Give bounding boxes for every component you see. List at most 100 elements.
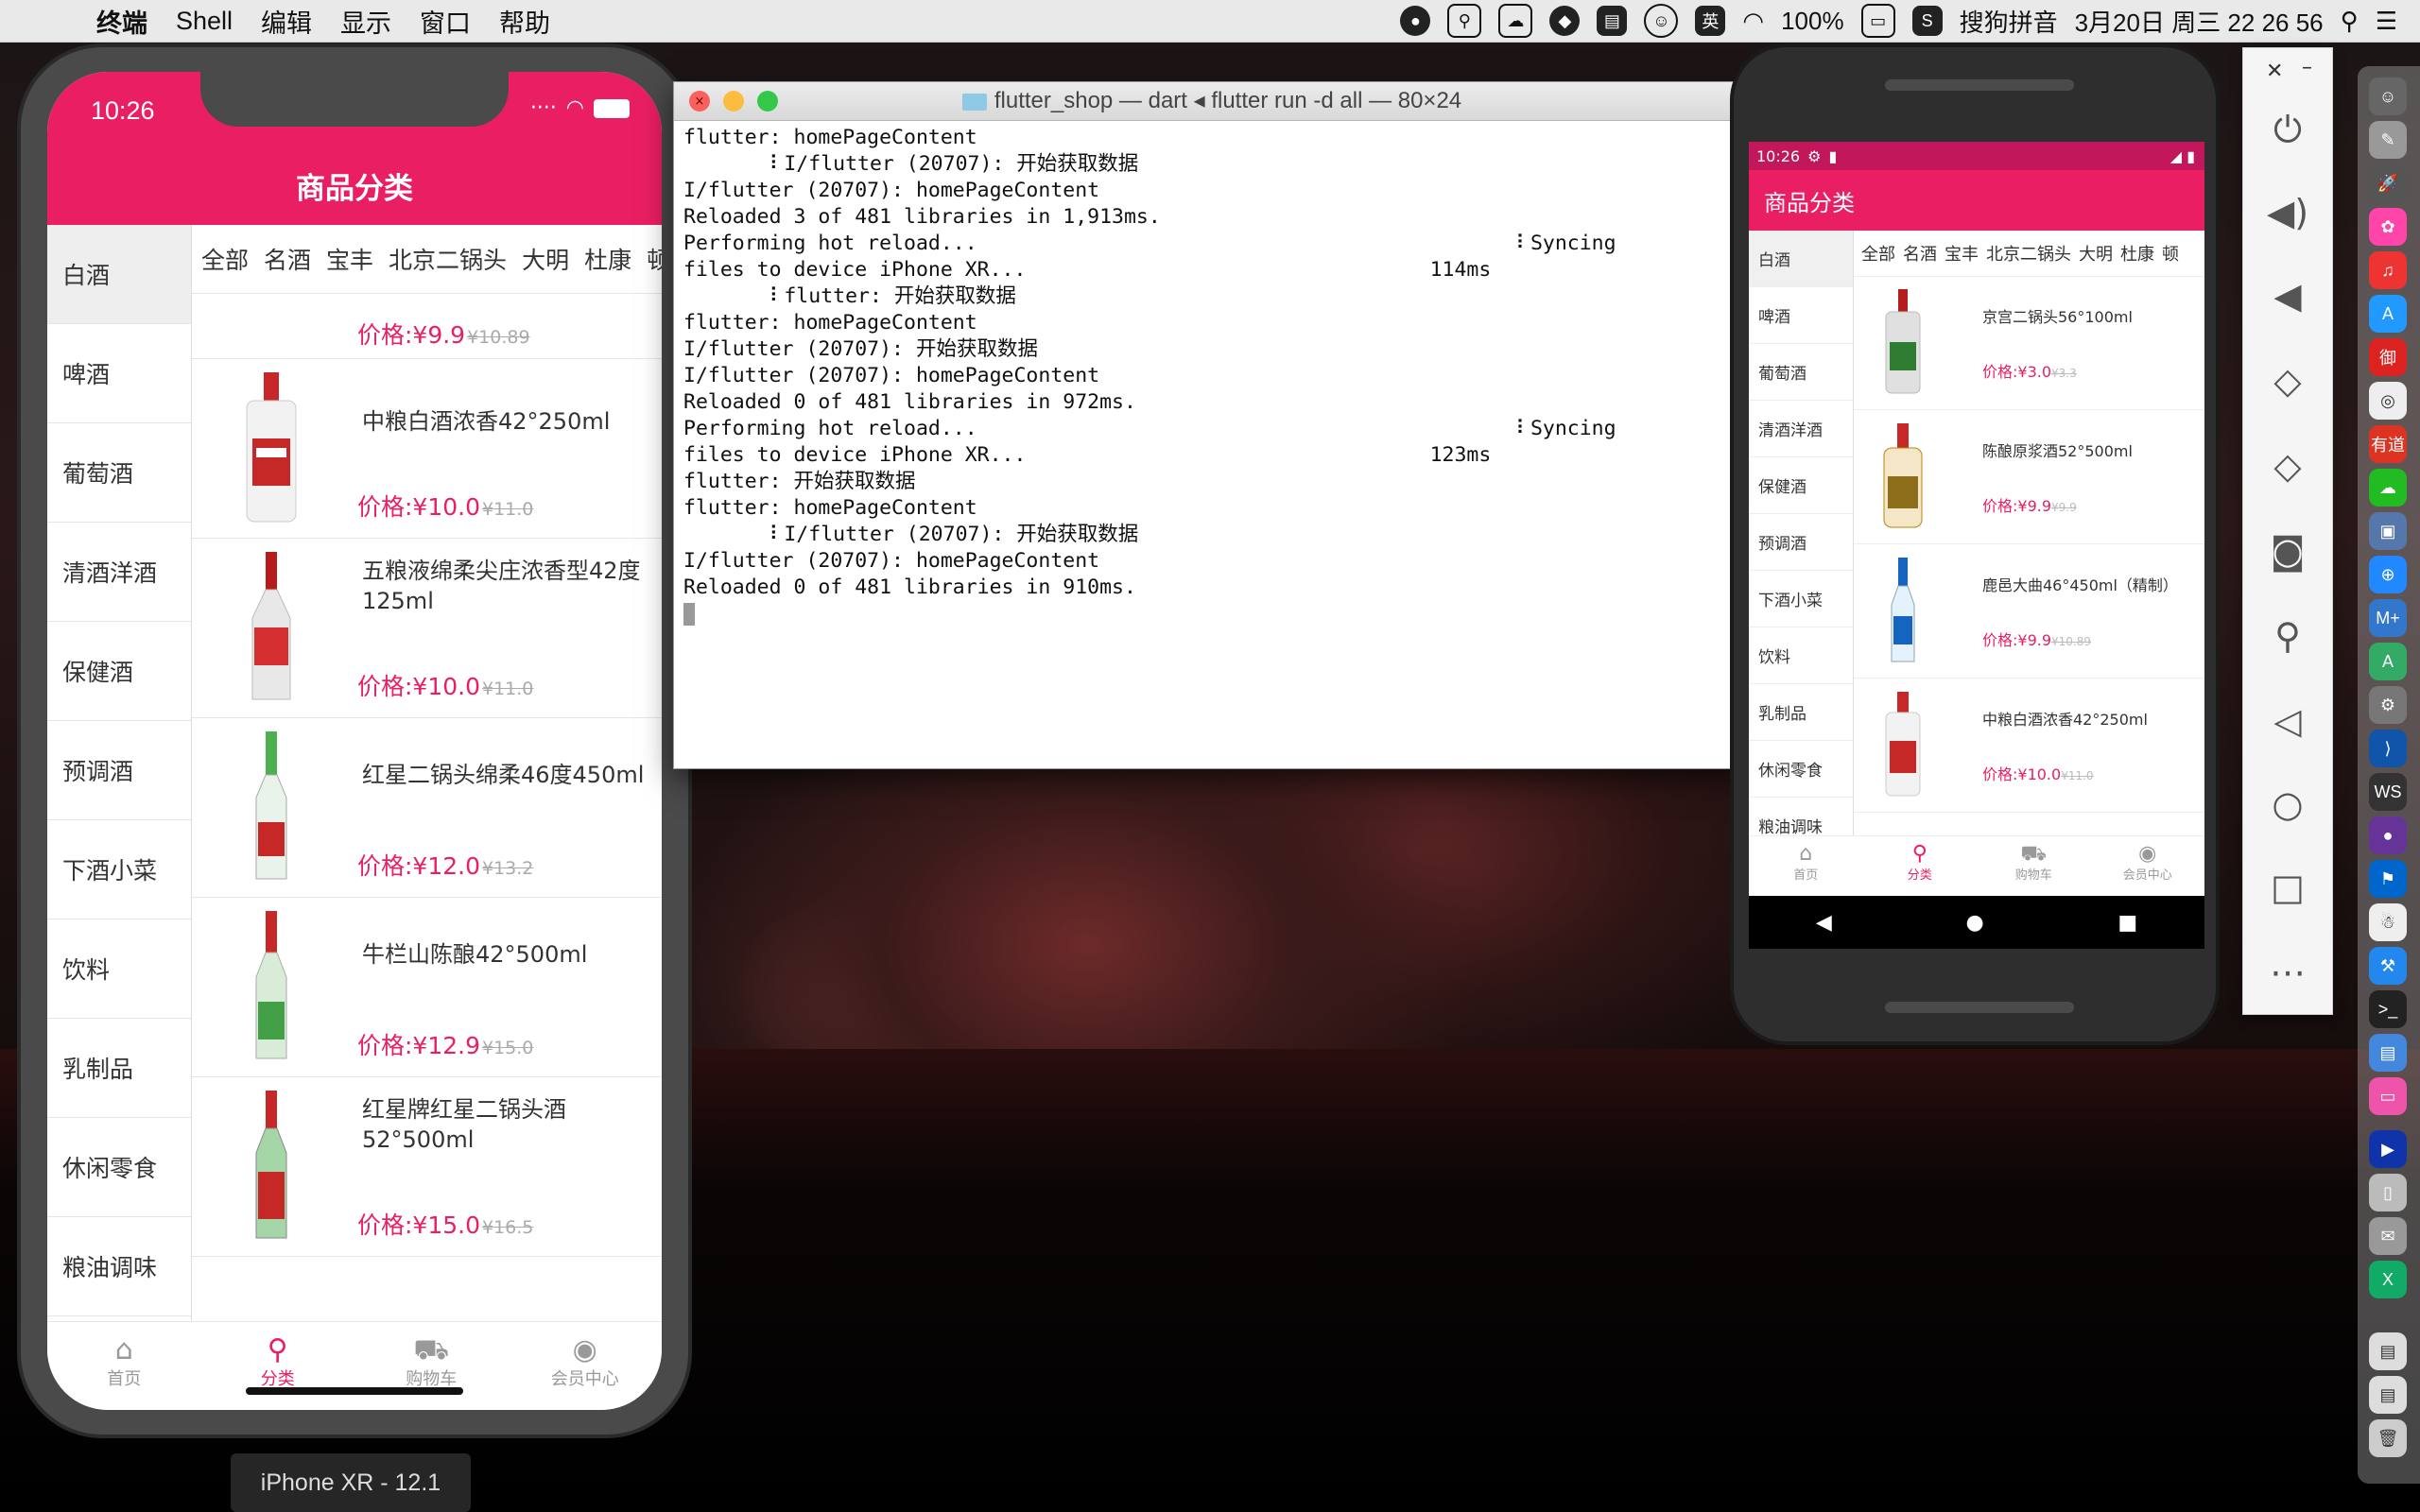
overview-icon[interactable]: □ (2243, 867, 2332, 908)
product-item[interactable]: 中粮白酒浓香42°250ml 价格:¥10.0¥11.0 (192, 359, 662, 539)
tab-cart[interactable]: ⛟ 购物车 (1977, 836, 2091, 897)
subcategory-item[interactable]: 全部 (1861, 241, 1895, 266)
terminal-icon[interactable]: >_ (2369, 990, 2407, 1028)
subcategory-item[interactable]: 大明 (522, 242, 569, 276)
category-item[interactable]: 保健酒 (47, 622, 191, 721)
subcategory-item[interactable]: 北京二锅头 (1986, 241, 2071, 266)
notification-center-icon[interactable]: ☰ (2376, 7, 2397, 36)
category-item[interactable]: 预调酒 (1749, 514, 1853, 571)
category-item[interactable]: 乳制品 (1749, 684, 1853, 741)
downloads-icon[interactable]: ▤ (2369, 1376, 2407, 1414)
minimize-icon[interactable]: – (2302, 56, 2312, 79)
category-item[interactable]: 保健酒 (1749, 457, 1853, 514)
trash-icon[interactable]: 🗑 (2369, 1419, 2407, 1457)
ime-label[interactable]: 搜狗拼音 (1960, 4, 2058, 39)
github-icon[interactable]: ● (2369, 816, 2407, 854)
mail-icon[interactable]: ✉ (2369, 1217, 2407, 1255)
category-item[interactable]: 葡萄酒 (1749, 344, 1853, 401)
app-icon[interactable]: 御 (2369, 338, 2407, 376)
category-item[interactable]: 饮料 (47, 919, 191, 1019)
subcategory-item[interactable]: 顿 (2162, 241, 2179, 266)
menu-help[interactable]: 帮助 (499, 3, 550, 40)
subcategory-item[interactable]: 杜康 (584, 242, 631, 276)
webstorm-icon[interactable]: WS (2369, 773, 2407, 811)
category-item[interactable]: 粮油调味 (1749, 798, 1853, 835)
product-item[interactable]: 价格:¥9.9 ¥10.89 (192, 293, 662, 359)
menu-view[interactable]: 显示 (340, 3, 391, 40)
subcategory-item[interactable]: 名酒 (1903, 241, 1937, 266)
category-item[interactable]: 清酒洋酒 (47, 523, 191, 622)
volume-down-icon[interactable]: ◀ (2243, 275, 2332, 317)
close-icon[interactable]: ✕ (2266, 60, 2283, 83)
recents-icon[interactable]: ■ (2118, 911, 2137, 935)
document-icon[interactable]: ▤ (2369, 1332, 2407, 1370)
camera-icon[interactable]: ◙ (2243, 530, 2332, 572)
qq-icon[interactable]: ☃ (2369, 903, 2407, 941)
spotlight-icon[interactable]: ⚲ (2341, 7, 2359, 36)
category-item[interactable]: 清酒洋酒 (1749, 401, 1853, 457)
subcategory-item[interactable]: 名酒 (264, 242, 311, 276)
more-icon[interactable]: ⋯ (2243, 952, 2332, 993)
subcategory-item[interactable]: 杜康 (2120, 241, 2154, 266)
appstore-icon[interactable]: A (2369, 295, 2407, 333)
zoom-icon[interactable]: ⚲ (2243, 615, 2332, 657)
category-item[interactable]: 啤酒 (1749, 287, 1853, 344)
maps-icon[interactable]: ⚑ (2369, 860, 2407, 898)
product-item[interactable]: 京宫二锅头56°100ml 价格:¥3.0¥3.3 (1854, 276, 2204, 410)
terminal-output[interactable]: flutter: homePageContent ⠇I/flutter (207… (674, 121, 1750, 631)
wifi-icon[interactable]: ◠ (1742, 7, 1764, 36)
chrome-icon[interactable]: ◎ (2369, 382, 2407, 420)
terminal-titlebar[interactable]: × flutter_shop — dart ◂ flutter run -d a… (674, 82, 1750, 121)
search-app-icon[interactable]: ⚲ (1447, 4, 1482, 38)
rotate-right-icon[interactable]: ◇ (2243, 445, 2332, 487)
photos-icon[interactable]: ✿ (2369, 208, 2407, 246)
wechat-icon[interactable]: ☁ (2369, 469, 2407, 507)
home-icon[interactable]: ○ (2243, 783, 2332, 825)
back-icon[interactable]: ◁ (2243, 700, 2332, 742)
menu-app-name[interactable]: 终端 (96, 3, 147, 40)
product-item[interactable]: 红星二锅头绵柔46度450ml 价格:¥12.0 ¥13.2 (192, 718, 662, 898)
back-icon[interactable]: ◀ (1816, 911, 1832, 935)
sogou-icon[interactable]: S (1911, 6, 1943, 36)
product-item[interactable]: 陈酿原浆酒52°500ml 价格:¥9.9¥9.9 (1854, 410, 2204, 544)
category-item[interactable]: 啤酒 (47, 324, 191, 423)
product-item[interactable]: 红星牌红星二锅头酒52°500ml 价格:¥15.0 ¥16.5 (192, 1077, 662, 1257)
dictionary-icon[interactable]: 有道 (2369, 425, 2407, 463)
tab-cart[interactable]: ⛟ 购物车 (354, 1322, 509, 1410)
power-icon[interactable]: ⏻ (2243, 109, 2332, 151)
volume-up-icon[interactable]: ◀) (2243, 192, 2332, 233)
category-item[interactable]: 白酒 (47, 225, 191, 324)
input-method-icon[interactable]: 英 (1695, 6, 1726, 36)
finder-folder-icon[interactable]: ▤ (2369, 1034, 2407, 1072)
subcategory-item[interactable]: 顿 (647, 242, 662, 276)
subcategory-item[interactable]: 大明 (2079, 241, 2113, 266)
markdown-icon[interactable]: M+ (2369, 599, 2407, 637)
safari-icon[interactable]: ⊕ (2369, 556, 2407, 593)
category-item[interactable]: 葡萄酒 (47, 423, 191, 523)
subcategory-item[interactable]: 宝丰 (1945, 241, 1979, 266)
menu-shell[interactable]: Shell (176, 7, 233, 36)
subcategory-item[interactable]: 全部 (201, 242, 249, 276)
category-item[interactable]: 饮料 (1749, 627, 1853, 684)
subcategory-item[interactable]: 北京二锅头 (389, 242, 507, 276)
rotate-left-icon[interactable]: ◇ (2243, 360, 2332, 402)
category-item[interactable]: 休闲零食 (1749, 741, 1853, 798)
category-item[interactable]: 下酒小菜 (1749, 571, 1853, 627)
player-icon[interactable]: ▶ (2369, 1130, 2407, 1168)
menu-edit[interactable]: 编辑 (261, 3, 312, 40)
category-item[interactable]: 休闲零食 (47, 1118, 191, 1217)
product-item[interactable]: 五粮液绵柔尖庄浓香型42度125ml 价格:¥10.0 ¥11.0 (192, 539, 662, 718)
tab-category[interactable]: ⚲ 分类 (201, 1322, 355, 1410)
preview-icon[interactable]: ▣ (2369, 512, 2407, 550)
music-icon[interactable]: ♫ (2369, 251, 2407, 289)
home-icon[interactable]: ● (1965, 911, 1983, 935)
home-indicator[interactable] (246, 1387, 463, 1395)
product-item[interactable]: 鹿邑大曲46°450ml（精制） 价格:¥9.9¥10.89 (1854, 544, 2204, 679)
settings-icon[interactable]: ⚙ (2369, 686, 2407, 724)
xcode-icon[interactable]: ⚒ (2369, 947, 2407, 985)
product-item[interactable]: 牛栏山陈酿42°500ml 价格:¥12.9 ¥15.0 (192, 898, 662, 1077)
status-app-icon[interactable]: ● (1400, 6, 1431, 36)
category-item[interactable]: 下酒小菜 (47, 820, 191, 919)
category-item[interactable]: 乳制品 (47, 1019, 191, 1118)
vscode-icon[interactable]: ⟩ (2369, 730, 2407, 767)
